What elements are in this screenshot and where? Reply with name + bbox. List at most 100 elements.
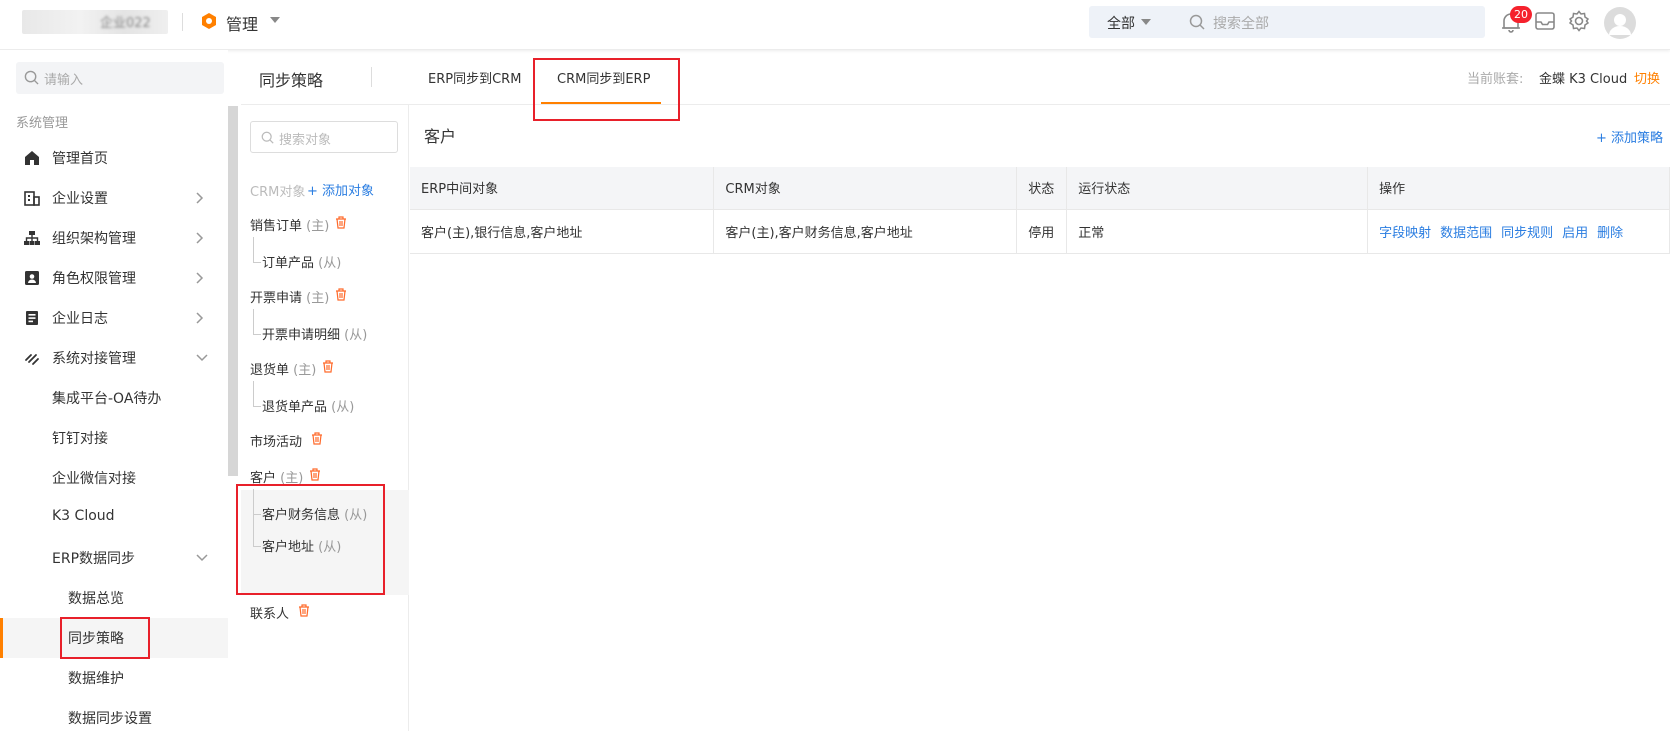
trash-icon[interactable]: [335, 288, 347, 301]
object-name[interactable]: 销售订单 (主): [250, 215, 329, 234]
sidebar-item-label: 集成平台-OA待办: [52, 391, 162, 407]
sidebar-item-wecom[interactable]: 企业微信对接: [0, 458, 228, 498]
sidebar-item-label: 企业日志: [52, 311, 108, 327]
topbar-divider: [182, 13, 183, 31]
strategy-content: 客户 + 添加策略 ERP中间对象 CRM对象 状态 运行状态 操作 客户(主)…: [410, 105, 1670, 731]
link-icon: [24, 350, 40, 366]
trash-icon[interactable]: [311, 432, 323, 445]
chevron-right-icon: [196, 272, 204, 284]
chevron-down-icon: [196, 354, 208, 362]
sidebar-search[interactable]: 请输入: [16, 62, 224, 94]
tree-line: [253, 262, 261, 263]
org-chart-icon: [24, 230, 40, 246]
add-object-button[interactable]: + 添加对象: [307, 180, 374, 199]
building-icon: [24, 190, 40, 206]
account-label: 当前账套:: [1467, 72, 1524, 87]
gear-icon[interactable]: [1568, 10, 1590, 32]
object-name[interactable]: 市场活动: [250, 431, 302, 450]
enable-link[interactable]: 启用: [1562, 226, 1588, 241]
sidebar-item-data-overview[interactable]: 数据总览: [0, 578, 228, 618]
sidebar-item-system-integration[interactable]: 系统对接管理: [0, 338, 228, 378]
sidebar-item-dingtalk[interactable]: 钉钉对接: [0, 418, 228, 458]
switch-account-link[interactable]: 切换: [1634, 68, 1660, 87]
trash-icon[interactable]: [322, 360, 334, 373]
home-icon: [24, 150, 40, 166]
search-input[interactable]: 搜索全部: [1213, 13, 1269, 33]
account-value: 金蝶 K3 Cloud: [1539, 72, 1628, 87]
crm-object-label: CRM对象: [250, 185, 306, 200]
trash-icon[interactable]: [335, 216, 347, 229]
child-object[interactable]: 订单产品 (从): [262, 252, 341, 271]
sidebar-item-home[interactable]: 管理首页: [0, 138, 228, 178]
sidebar-scrollbar[interactable]: [228, 106, 238, 476]
column-header: CRM对象: [713, 167, 1018, 210]
column-header: 操作: [1367, 167, 1670, 210]
annotation-box-customer: [236, 484, 385, 595]
sidebar-item-label: 企业微信对接: [52, 471, 136, 487]
object-name[interactable]: 开票申请 (主): [250, 287, 329, 306]
child-object-label: 订单产品: [262, 256, 315, 271]
chevron-down-icon[interactable]: [270, 17, 280, 23]
child-object[interactable]: 退货单产品 (从): [262, 396, 354, 415]
child-object-label: 开票申请明细: [262, 328, 341, 343]
app-logo-icon: [200, 12, 218, 30]
search-icon: [24, 70, 39, 85]
chevron-down-icon: [196, 554, 208, 562]
sidebar-section-title: 系统管理: [16, 116, 69, 131]
object-name[interactable]: 联系人: [250, 603, 289, 622]
active-indicator: [0, 618, 3, 658]
sidebar-item-label: 管理首页: [52, 151, 108, 167]
delete-link[interactable]: 删除: [1597, 226, 1623, 241]
object-search[interactable]: 搜索对象: [250, 121, 398, 153]
global-search[interactable]: 全部 搜索全部: [1089, 6, 1485, 38]
sidebar-item-label: 数据总览: [68, 591, 124, 607]
master-tag: (主): [306, 291, 330, 306]
chevron-right-icon: [196, 312, 204, 324]
data-range-link[interactable]: 数据范围: [1440, 226, 1492, 241]
plus-icon: +: [1596, 131, 1612, 146]
sidebar-item-enterprise-log[interactable]: 企业日志: [0, 298, 228, 338]
sidebar-search-input[interactable]: 请输入: [44, 69, 83, 88]
tree-line: [253, 334, 261, 335]
chevron-right-icon: [196, 192, 204, 204]
trash-icon[interactable]: [309, 468, 321, 481]
caret-down-icon[interactable]: [1141, 19, 1151, 25]
sidebar-item-label: 企业设置: [52, 191, 108, 207]
sidebar-item-data-maintenance[interactable]: 数据维护: [0, 658, 228, 698]
search-scope[interactable]: 全部: [1107, 13, 1135, 33]
sidebar-item-enterprise-settings[interactable]: 企业设置: [0, 178, 228, 218]
sidebar-item-oa-todo[interactable]: 集成平台-OA待办: [0, 378, 228, 418]
avatar[interactable]: [1604, 7, 1636, 39]
sidebar-item-label: ERP数据同步: [52, 551, 136, 567]
add-strategy-button[interactable]: + 添加策略: [1596, 127, 1663, 146]
sidebar-item-role-permissions[interactable]: 角色权限管理: [0, 258, 228, 298]
inbox-icon[interactable]: [1534, 10, 1556, 32]
app-switcher[interactable]: 管理: [226, 11, 258, 35]
object-label: 开票申请: [250, 291, 303, 306]
header-divider: [371, 67, 372, 87]
child-object[interactable]: 开票申请明细 (从): [262, 324, 367, 343]
annotation-box-tab: [533, 58, 680, 121]
sidebar-item-org-structure[interactable]: 组织架构管理: [0, 218, 228, 258]
child-object-label: 退货单产品: [262, 400, 328, 415]
sidebar-item-k3-cloud[interactable]: K3 Cloud: [0, 498, 228, 538]
actions-cell: 字段映射 数据范围 同步规则 启用 删除: [1367, 209, 1670, 254]
object-name[interactable]: 退货单 (主): [250, 359, 316, 378]
search-icon: [261, 131, 274, 144]
field-mapping-link[interactable]: 字段映射: [1379, 226, 1431, 241]
sync-rules-link[interactable]: 同步规则: [1501, 226, 1553, 241]
column-header: ERP中间对象: [410, 167, 715, 210]
page-header: 同步策略 ERP同步到CRM CRM同步到ERP 当前账套: 金蝶 K3 Clo…: [241, 50, 1670, 105]
page-title: 同步策略: [259, 71, 324, 90]
object-search-input[interactable]: 搜索对象: [279, 129, 331, 148]
strategy-table: ERP中间对象 CRM对象 状态 运行状态 操作 客户(主),银行信息,客户地址…: [410, 167, 1670, 254]
tab-erp-to-crm[interactable]: ERP同步到CRM: [428, 68, 521, 87]
column-header: 运行状态: [1066, 167, 1369, 210]
sidebar-item-erp-sync[interactable]: ERP数据同步: [0, 538, 228, 578]
sidebar-item-sync-settings[interactable]: 数据同步设置: [0, 698, 228, 738]
slave-tag: (从): [344, 328, 368, 343]
trash-icon[interactable]: [298, 604, 310, 617]
table-row: 客户(主),银行信息,客户地址 客户(主),客户财务信息,客户地址 停用 正常 …: [410, 209, 1670, 254]
slave-tag: (从): [331, 400, 355, 415]
tree-line: [253, 381, 254, 406]
